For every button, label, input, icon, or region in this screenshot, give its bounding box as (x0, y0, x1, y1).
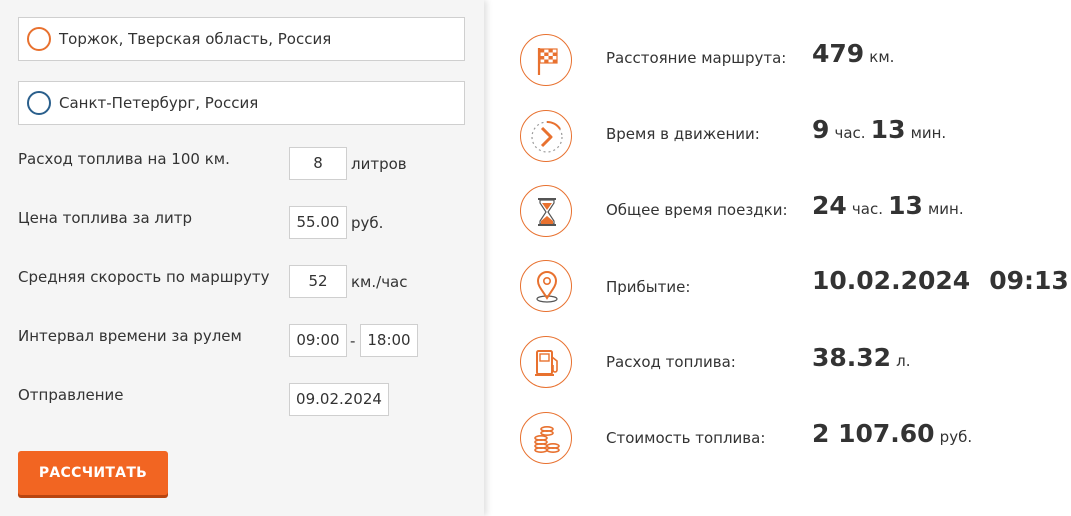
fuel-pump-icon (520, 336, 572, 388)
checkered-flag-icon (520, 34, 572, 86)
drive-time-hours-unit: час. (834, 124, 866, 142)
distance-number: 479 (812, 39, 865, 68)
calculate-button[interactable]: РАССЧИТАТЬ (18, 451, 168, 495)
total-time-minutes-unit: мин. (927, 200, 964, 218)
fuel-price-label: Цена топлива за литр (18, 209, 193, 227)
arrival-value: 10.02.2024 09:13 (812, 266, 1069, 295)
origin-marker-icon (27, 27, 51, 51)
location-pin-icon (520, 260, 572, 312)
origin-field[interactable]: Торжок, Тверская область, Россия (18, 17, 465, 61)
distance-unit: км. (869, 48, 895, 66)
total-time-hours: 24 (812, 191, 847, 220)
avg-speed-unit: км./час (351, 273, 408, 291)
fuel-consumption-input[interactable]: 8 (289, 147, 347, 180)
avg-speed-label: Средняя скорость по маршруту (18, 268, 270, 286)
calculator-form: Торжок, Тверская область, Россия Санкт-П… (0, 0, 484, 516)
total-time-hours-unit: час. (851, 200, 883, 218)
fuel-used-value: 38.32 л. (812, 343, 911, 372)
clock-arrow-icon (520, 110, 572, 162)
fuel-price-input[interactable]: 55.00 (289, 206, 347, 239)
drive-interval-separator: - (350, 332, 356, 350)
fuel-price-unit: руб. (351, 214, 384, 232)
drive-start-input[interactable]: 09:00 (289, 324, 347, 357)
total-time-label: Общее время поездки: (606, 201, 788, 219)
fuel-consumption-unit: литров (351, 155, 407, 173)
drive-time-hours: 9 (812, 115, 830, 144)
arrival-date: 10.02.2024 (812, 266, 971, 295)
fuel-used-label: Расход топлива: (606, 353, 736, 371)
fuel-consumption-label: Расход топлива на 100 км. (18, 150, 230, 168)
drive-end-input[interactable]: 18:00 (360, 324, 418, 357)
fuel-cost-label: Стоимость топлива: (606, 429, 766, 447)
drive-time-minutes: 13 (870, 115, 906, 144)
avg-speed-input[interactable]: 52 (289, 265, 347, 298)
distance-label: Расстояние маршрута: (606, 49, 787, 67)
drive-time-label: Время в движении: (606, 125, 760, 143)
departure-label: Отправление (18, 386, 124, 404)
destination-marker-icon (27, 91, 51, 115)
coins-stack-icon (520, 412, 572, 464)
arrival-label: Прибытие: (606, 278, 691, 296)
fuel-cost-number: 2 107.60 (812, 419, 935, 448)
drive-time-value: 9 час. 13 мин. (812, 115, 946, 144)
arrival-time: 09:13 (989, 266, 1069, 295)
destination-field[interactable]: Санкт-Петербург, Россия (18, 81, 465, 125)
total-time-minutes: 13 (888, 191, 923, 220)
fuel-cost-unit: руб. (939, 428, 973, 446)
hourglass-icon (520, 185, 572, 237)
fuel-used-unit: л. (896, 352, 911, 370)
drive-time-minutes-unit: мин. (910, 124, 947, 142)
fuel-used-number: 38.32 (812, 343, 892, 372)
drive-interval-label: Интервал времени за рулем (18, 327, 242, 345)
fuel-cost-value: 2 107.60 руб. (812, 419, 972, 448)
departure-date-input[interactable]: 09.02.2024 (289, 383, 389, 416)
origin-text: Торжок, Тверская область, Россия (59, 30, 332, 48)
distance-value: 479 км. (812, 39, 894, 68)
destination-text: Санкт-Петербург, Россия (59, 94, 259, 112)
total-time-value: 24 час. 13 мин. (812, 191, 964, 220)
